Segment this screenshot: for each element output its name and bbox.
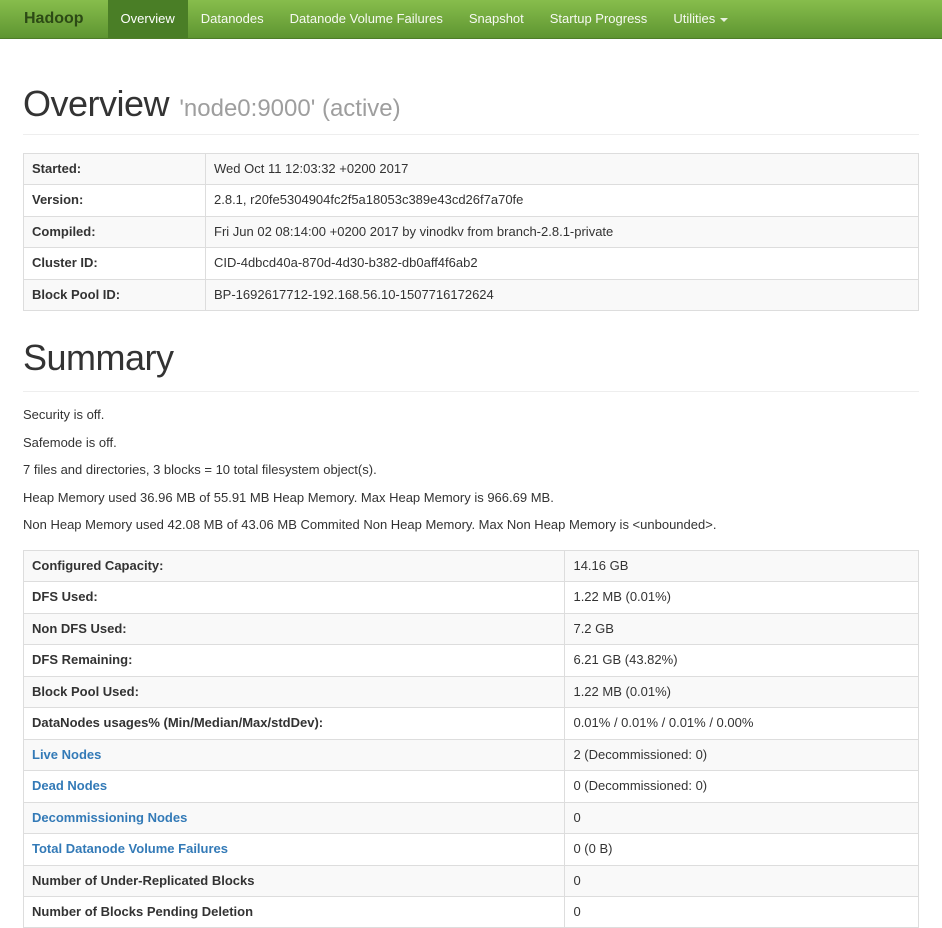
table-row: Dead Nodes 0 (Decommissioned: 0)	[22, 770, 919, 803]
row-label: DFS Remaining:	[22, 644, 566, 677]
table-row: Version: 2.8.1, r20fe5304904fc2f5a18053c…	[23, 184, 919, 217]
brand[interactable]: Hadoop	[0, 0, 108, 38]
table-row: DFS Used: 1.22 MB (0.01%)	[22, 581, 919, 614]
nav-item: Snapshot	[456, 0, 537, 38]
nav-datanode-volume-failures[interactable]: Datanode Volume Failures	[277, 0, 456, 38]
row-label: Block Pool ID:	[23, 278, 206, 312]
main-content: Overview 'node0:9000' (active) Started: …	[0, 83, 942, 928]
row-value: Fri Jun 02 08:14:00 +0200 2017 by vinodk…	[205, 215, 919, 249]
row-value: 7.2 GB	[564, 612, 919, 646]
nav-utilities-dropdown[interactable]: Utilities	[660, 0, 741, 38]
table-row: DFS Remaining: 6.21 GB (43.82%)	[22, 644, 919, 677]
non-heap-memory: Non Heap Memory used 42.08 MB of 43.06 M…	[23, 517, 717, 533]
table-row: Number of Under-Replicated Blocks 0	[22, 864, 919, 897]
row-label: DFS Used:	[22, 581, 566, 614]
page-title: Overview	[23, 83, 170, 124]
nav-startup-progress[interactable]: Startup Progress	[537, 0, 661, 38]
cluster-info-table: Started: Wed Oct 11 12:03:32 +0200 2017 …	[23, 152, 919, 312]
row-label: Number of Under-Replicated Blocks	[22, 864, 566, 897]
table-row: Started: Wed Oct 11 12:03:32 +0200 2017	[23, 152, 919, 186]
row-label: Cluster ID:	[23, 247, 206, 280]
row-label: Block Pool Used:	[22, 675, 566, 709]
row-value: 2.8.1, r20fe5304904fc2f5a18053c389e43cd2…	[205, 184, 919, 217]
navbar: Hadoop Overview Datanodes Datanode Volum…	[0, 0, 942, 39]
row-label: Configured Capacity:	[22, 549, 566, 583]
row-value: 0	[564, 895, 919, 928]
table-row: Compiled: Fri Jun 02 08:14:00 +0200 2017…	[23, 215, 919, 249]
summary-status-lines: Security is off. Safemode is off. 7 file…	[23, 406, 919, 534]
row-label: Decommissioning Nodes	[22, 801, 566, 835]
row-label: Version:	[23, 184, 206, 217]
row-value: 0	[564, 801, 919, 835]
row-label: Dead Nodes	[22, 770, 566, 803]
heap-memory: Heap Memory used 36.96 MB of 55.91 MB He…	[23, 489, 554, 505]
table-row: Total Datanode Volume Failures 0 (0 B)	[22, 833, 919, 866]
table-row: Cluster ID: CID-4dbcd40a-870d-4d30-b382-…	[23, 247, 919, 280]
dead-nodes-link[interactable]: Dead Nodes	[32, 778, 107, 793]
row-value: BP-1692617712-192.168.56.10-150771617262…	[205, 278, 919, 312]
row-value: 14.16 GB	[564, 549, 919, 583]
row-value: 1.22 MB (0.01%)	[564, 675, 919, 709]
summary-table: Configured Capacity: 14.16 GB DFS Used: …	[22, 549, 919, 928]
nav-utilities-label: Utilities	[673, 11, 716, 26]
decommissioning-nodes-link[interactable]: Decommissioning Nodes	[32, 810, 187, 825]
row-value: Wed Oct 11 12:03:32 +0200 2017	[205, 152, 919, 186]
table-row: Live Nodes 2 (Decommissioned: 0)	[22, 738, 919, 772]
row-label: Number of Blocks Pending Deletion	[22, 895, 566, 928]
nav-overview[interactable]: Overview	[107, 0, 188, 38]
table-row: Decommissioning Nodes 0	[22, 801, 919, 835]
row-value: 0.01% / 0.01% / 0.01% / 0.00%	[564, 707, 919, 740]
nav-datanodes[interactable]: Datanodes	[188, 0, 277, 38]
row-label: DataNodes usages% (Min/Median/Max/stdDev…	[22, 707, 566, 740]
row-label: Compiled:	[23, 215, 206, 249]
row-label: Live Nodes	[22, 738, 566, 772]
summary-title: Summary	[23, 337, 174, 379]
row-value: 0	[564, 864, 919, 897]
row-label: Non DFS Used:	[22, 612, 566, 646]
row-value: 0 (0 B)	[564, 833, 919, 866]
table-row: Block Pool ID: BP-1692617712-192.168.56.…	[23, 278, 919, 312]
page-header: Overview 'node0:9000' (active)	[23, 83, 919, 135]
nav-item: Utilities	[660, 0, 741, 38]
live-nodes-link[interactable]: Live Nodes	[32, 747, 101, 762]
row-value: CID-4dbcd40a-870d-4d30-b382-db0aff4f6ab2	[205, 247, 919, 280]
row-value: 6.21 GB (43.82%)	[564, 644, 919, 677]
table-row: Number of Blocks Pending Deletion 0	[22, 895, 919, 928]
nav-item: Datanodes	[188, 0, 277, 38]
nav-snapshot[interactable]: Snapshot	[456, 0, 537, 38]
summary-header: Summary	[23, 337, 919, 393]
namenode-subtitle: 'node0:9000' (active)	[179, 95, 401, 122]
row-value: 1.22 MB (0.01%)	[564, 581, 919, 614]
nav-item: Datanode Volume Failures	[277, 0, 456, 38]
chevron-down-icon	[720, 17, 729, 22]
datanode-volume-failures-link[interactable]: Total Datanode Volume Failures	[32, 841, 228, 856]
table-row: DataNodes usages% (Min/Median/Max/stdDev…	[22, 707, 919, 740]
nav-menu: Overview Datanodes Datanode Volume Failu…	[107, 0, 742, 38]
row-value: 2 (Decommissioned: 0)	[564, 738, 919, 772]
row-value: 0 (Decommissioned: 0)	[564, 770, 919, 803]
row-label: Total Datanode Volume Failures	[22, 833, 566, 866]
nav-item: Startup Progress	[537, 0, 661, 38]
filesystem-objects: 7 files and directories, 3 blocks = 10 t…	[23, 462, 377, 478]
security-status: Security is off.	[23, 407, 105, 423]
row-label: Started:	[23, 152, 206, 186]
table-row: Block Pool Used: 1.22 MB (0.01%)	[22, 675, 919, 709]
safemode-status: Safemode is off.	[23, 434, 117, 450]
table-row: Non DFS Used: 7.2 GB	[22, 612, 919, 646]
table-row: Configured Capacity: 14.16 GB	[22, 549, 919, 583]
nav-item: Overview	[107, 0, 188, 38]
